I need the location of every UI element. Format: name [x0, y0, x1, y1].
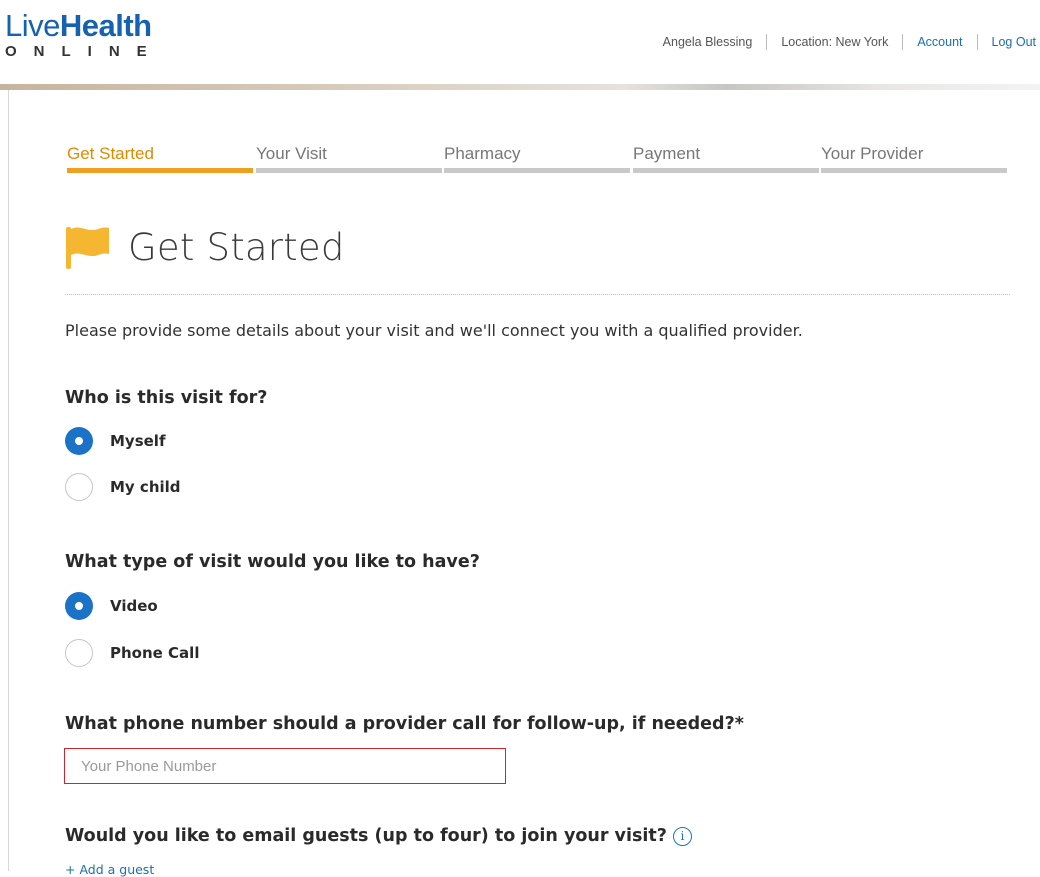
nav-divider: [976, 34, 978, 50]
location-label: Location: New York: [781, 35, 889, 49]
radio-label-my-child[interactable]: My child: [110, 478, 181, 496]
logo-subtitle: ONLINE: [5, 43, 164, 60]
radio-option-video[interactable]: Video: [65, 592, 158, 620]
user-name: Angela Blessing: [662, 35, 753, 49]
top-nav: Angela Blessing Location: New York Accou…: [663, 34, 1036, 50]
step-payment[interactable]: Payment: [633, 144, 700, 164]
step-your-provider-bar: [821, 168, 1007, 173]
step-your-visit-bar: [256, 168, 442, 173]
radio-label-myself[interactable]: Myself: [110, 432, 165, 450]
title-divider: [65, 294, 1010, 295]
page-title: Get Started: [128, 225, 345, 269]
nav-divider: [766, 34, 768, 50]
step-get-started-bar: [67, 168, 253, 173]
radio-option-my-child[interactable]: My child: [65, 473, 181, 501]
radio-button-unselected[interactable]: [65, 473, 93, 501]
radio-button-selected[interactable]: [65, 427, 93, 455]
flag-icon: [66, 227, 109, 269]
page-header: Get Started: [64, 222, 345, 272]
guests-question: Would you like to email guests (up to fo…: [65, 826, 692, 846]
radio-button-selected[interactable]: [65, 592, 93, 620]
radio-option-phone-call[interactable]: Phone Call: [65, 639, 199, 667]
header: LiveHealth ONLINE Angela Blessing Locati…: [0, 0, 1040, 90]
guests-question-text: Would you like to email guests (up to fo…: [65, 826, 667, 846]
progress-steps: Get Started Your Visit Pharmacy Payment …: [67, 144, 1007, 174]
step-your-provider[interactable]: Your Provider: [821, 144, 923, 164]
logout-link[interactable]: Log Out: [992, 35, 1036, 49]
content-left-border: [8, 90, 9, 871]
info-icon[interactable]: i: [672, 827, 692, 846]
radio-label-phone-call[interactable]: Phone Call: [110, 644, 199, 662]
phone-number-input[interactable]: [64, 748, 506, 784]
step-your-visit[interactable]: Your Visit: [256, 144, 327, 164]
intro-text: Please provide some details about your v…: [65, 321, 803, 340]
header-divider-bar: [0, 84, 1040, 90]
radio-button-unselected[interactable]: [65, 639, 93, 667]
step-payment-bar: [633, 168, 819, 173]
logo-wordmark: LiveHealth: [5, 8, 152, 43]
radio-option-myself[interactable]: Myself: [65, 427, 165, 455]
visit-type-question: What type of visit would you like to hav…: [65, 552, 480, 572]
phone-question: What phone number should a provider call…: [65, 714, 744, 734]
logo[interactable]: LiveHealth ONLINE: [5, 10, 164, 61]
account-link[interactable]: Account: [917, 35, 962, 49]
step-pharmacy-bar: [444, 168, 630, 173]
nav-divider: [902, 34, 904, 50]
visit-for-question: Who is this visit for?: [65, 388, 268, 408]
step-get-started[interactable]: Get Started: [67, 144, 154, 164]
add-guest-link[interactable]: + Add a guest: [65, 862, 154, 877]
step-pharmacy[interactable]: Pharmacy: [444, 144, 521, 164]
radio-label-video[interactable]: Video: [110, 597, 158, 615]
